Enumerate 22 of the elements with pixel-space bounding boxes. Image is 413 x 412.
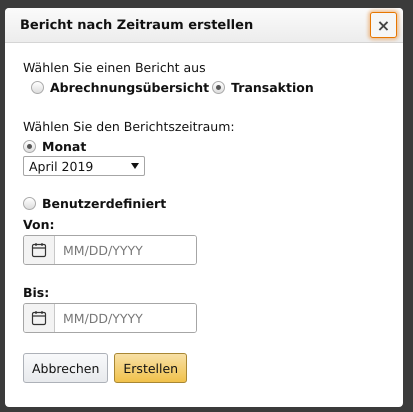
cancel-button[interactable]: Abbrechen <box>23 353 108 383</box>
radio-label: Transaktion <box>231 80 314 95</box>
month-dropdown[interactable]: April 2019 <box>23 156 145 176</box>
section-label: Wählen Sie den Berichtszeitraum: <box>23 119 236 134</box>
create-button[interactable]: Erstellen <box>114 353 188 383</box>
section-label: Wählen Sie einen Bericht aus <box>23 60 207 75</box>
radio-button[interactable] <box>23 197 36 210</box>
close-button[interactable]: × <box>370 12 397 38</box>
caret-icon <box>131 163 139 169</box>
radio-button[interactable] <box>212 81 226 94</box>
radio-label: Abrechnungsübersicht <box>50 80 210 95</box>
field-label: Von: <box>23 217 56 232</box>
dialog-title: Bericht nach Zeitraum erstellen <box>20 18 254 32</box>
calendar-icon <box>24 236 55 264</box>
radio-button[interactable] <box>23 140 36 153</box>
radio-button[interactable] <box>31 81 44 94</box>
date-field[interactable]: MM/DD/YYYY <box>23 235 197 265</box>
field-label: Bis: <box>23 285 50 300</box>
radio-label: Monat <box>42 139 86 154</box>
date-field[interactable]: MM/DD/YYYY <box>23 303 197 333</box>
radio-label: Benutzerdefiniert <box>42 196 166 211</box>
calendar-icon <box>24 304 55 332</box>
